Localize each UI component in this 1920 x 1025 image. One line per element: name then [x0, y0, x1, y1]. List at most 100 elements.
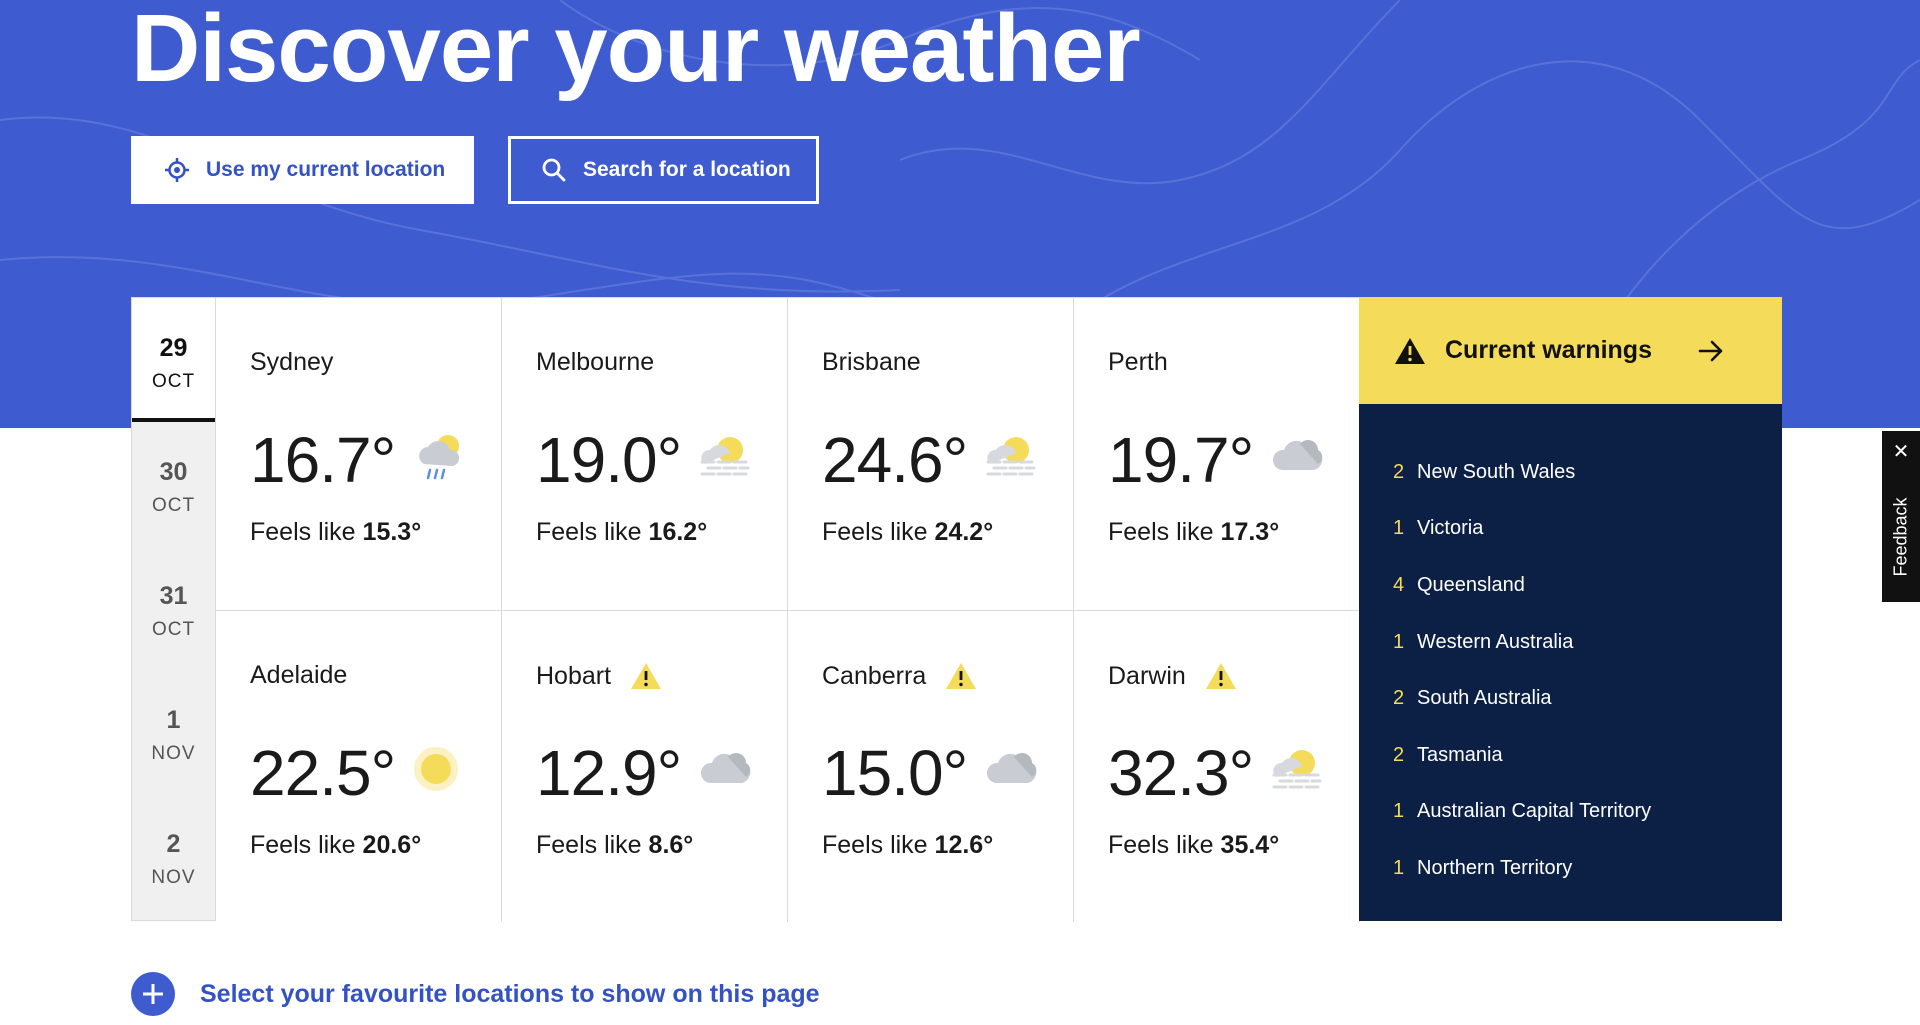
feels-like-value: 24.2°	[934, 518, 994, 546]
cloud-icon	[986, 753, 1037, 783]
feels-like-label: Feels like	[1108, 831, 1214, 859]
cloud-icon	[700, 753, 751, 783]
search-location-button[interactable]: Search for a location	[508, 136, 819, 204]
city-card-darwin[interactable]: Darwin 32.3° Feels like 35.4°	[1074, 610, 1360, 922]
city-temperature: 19.0°	[536, 424, 682, 496]
warning-count: 1	[1393, 517, 1405, 540]
city-name-text: Perth	[1108, 348, 1168, 376]
city-name: Perth	[1108, 348, 1168, 377]
feels-like-value: 15.3°	[362, 518, 422, 546]
date-tab-30-oct[interactable]: 30 OCT	[132, 422, 215, 546]
warning-count: 2	[1393, 687, 1405, 710]
warning-region: Northern Territory	[1417, 856, 1573, 879]
warning-item-wa[interactable]: 1 Western Australia	[1359, 614, 1782, 671]
cloud-icon	[1272, 440, 1323, 470]
feels-like: Feels like 35.4°	[1108, 831, 1279, 860]
city-name: Melbourne	[536, 348, 654, 377]
city-card-perth[interactable]: Perth 19.7° Feels like 17.3°	[1074, 298, 1360, 610]
forecast-panel: 29 OCT 30 OCT 31 OCT 1 NOV 2 NOV Sydney …	[131, 297, 1782, 922]
feels-like-value: 16.2°	[648, 518, 708, 546]
feels-like-value: 17.3°	[1220, 518, 1280, 546]
city-card-canberra[interactable]: Canberra 15.0° Feels like 12.6°	[788, 610, 1074, 922]
sun-icon	[414, 747, 458, 791]
select-favourites-label: Select your favourite locations to show …	[200, 979, 820, 1008]
feels-like: Feels like 8.6°	[536, 831, 693, 860]
city-card-brisbane[interactable]: Brisbane 24.6° Feels like 24.2°	[788, 298, 1074, 610]
city-name-text: Sydney	[250, 348, 334, 376]
date-day: 2	[166, 830, 181, 858]
feels-like-label: Feels like	[822, 518, 928, 546]
warning-triangle-icon	[1395, 337, 1425, 364]
city-name: Sydney	[250, 348, 333, 377]
warning-item-act[interactable]: 1 Australian Capital Territory	[1359, 784, 1782, 841]
warning-triangle-icon	[1205, 663, 1236, 689]
warning-item-nt[interactable]: 1 Northern Territory	[1359, 840, 1782, 897]
select-favourites-link[interactable]: Select your favourite locations to show …	[131, 972, 820, 1016]
city-name-text: Adelaide	[250, 661, 348, 689]
current-warnings-link[interactable]: Current warnings	[1359, 297, 1782, 404]
date-day: 1	[166, 706, 181, 734]
city-temperature: 16.7°	[250, 424, 396, 496]
page-title: Discover your weather	[131, 0, 1141, 102]
city-name: Canberra	[822, 661, 978, 691]
feels-like: Feels like 15.3°	[250, 518, 421, 547]
sun-haze-icon	[986, 437, 1036, 476]
warning-region: New South Wales	[1417, 460, 1576, 483]
warning-region: Victoria	[1417, 517, 1484, 540]
city-card-adelaide[interactable]: Adelaide 22.5° Feels like 20.6°	[216, 610, 502, 922]
date-tab-1-nov[interactable]: 1 NOV	[132, 670, 215, 794]
city-card-hobart[interactable]: Hobart 12.9° Feels like 8.6°	[502, 610, 788, 922]
warning-region: Tasmania	[1417, 743, 1503, 766]
city-name-text: Hobart	[536, 661, 612, 690]
warning-region: Australian Capital Territory	[1417, 800, 1652, 823]
plus-circle-icon	[131, 972, 175, 1016]
feels-like-label: Feels like	[250, 831, 356, 859]
warning-count: 1	[1393, 800, 1405, 823]
date-tab-31-oct[interactable]: 31 OCT	[132, 546, 215, 670]
date-tab-2-nov[interactable]: 2 NOV	[132, 794, 215, 918]
close-icon[interactable]: ✕	[1882, 439, 1920, 464]
date-day: 30	[159, 458, 188, 486]
date-day: 29	[159, 334, 188, 362]
warning-triangle-icon	[631, 663, 662, 689]
city-name: Hobart	[536, 661, 663, 691]
warnings-panel: Current warnings 2 New South Wales 1 Victo…	[1359, 297, 1782, 921]
city-name-text: Darwin	[1108, 661, 1186, 690]
city-name: Darwin	[1108, 661, 1238, 691]
city-name-text: Brisbane	[822, 348, 921, 376]
feels-like-label: Feels like	[250, 518, 356, 546]
warning-item-nsw[interactable]: 2 New South Wales	[1359, 444, 1782, 501]
warning-region: Western Australia	[1417, 630, 1574, 653]
arrow-right-icon	[1698, 340, 1723, 361]
warnings-list: 2 New South Wales 1 Victoria 4 Queensland 1…	[1359, 404, 1782, 897]
city-card-sydney[interactable]: Sydney 16.7° Feels like 15.3°	[216, 298, 502, 610]
warning-item-tas[interactable]: 2 Tasmania	[1359, 727, 1782, 784]
city-name: Adelaide	[250, 661, 347, 690]
date-month: NOV	[151, 743, 196, 764]
city-name: Brisbane	[822, 348, 921, 377]
warning-item-sa[interactable]: 2 South Australia	[1359, 670, 1782, 727]
city-name-text: Canberra	[822, 661, 927, 690]
city-forecast-grid: Sydney 16.7° Feels like 15.3° Melbourne …	[216, 297, 1360, 922]
feels-like-value: 8.6°	[648, 831, 694, 859]
feels-like: Feels like 17.3°	[1108, 518, 1279, 547]
feels-like-label: Feels like	[1108, 518, 1214, 546]
use-current-location-label: Use my current location	[206, 158, 446, 181]
date-month: OCT	[151, 619, 196, 640]
crosshair-icon	[165, 158, 189, 182]
search-icon	[542, 158, 566, 182]
city-temperature: 15.0°	[822, 737, 968, 809]
date-selector: 29 OCT 30 OCT 31 OCT 1 NOV 2 NOV	[131, 297, 216, 921]
warning-item-qld[interactable]: 4 Queensland	[1359, 557, 1782, 614]
warning-item-vic[interactable]: 1 Victoria	[1359, 501, 1782, 558]
warning-triangle-icon	[946, 663, 977, 689]
date-day: 31	[159, 582, 188, 610]
city-card-melbourne[interactable]: Melbourne 19.0° Feels like 16.2°	[502, 298, 788, 610]
warning-count: 2	[1393, 460, 1405, 483]
feels-like-value: 12.6°	[934, 831, 994, 859]
feedback-tab: ✕ Feedback	[1882, 431, 1920, 602]
date-tab-29-oct[interactable]: 29 OCT	[132, 298, 215, 422]
feedback-button[interactable]: Feedback	[1891, 497, 1912, 576]
use-current-location-button[interactable]: Use my current location	[131, 136, 474, 204]
city-temperature: 12.9°	[536, 737, 682, 809]
